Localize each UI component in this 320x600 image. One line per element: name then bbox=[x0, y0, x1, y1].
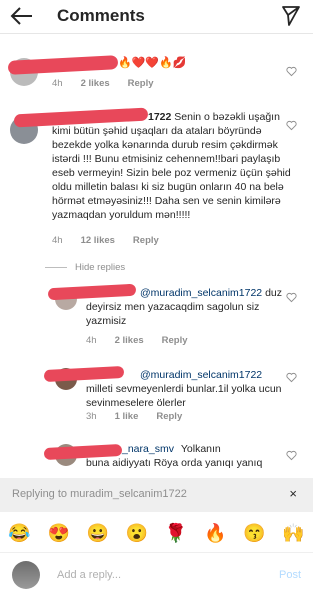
reply-button[interactable]: Reply bbox=[133, 235, 159, 246]
comment-handle[interactable]: 1722 bbox=[148, 111, 171, 123]
reply-text: _nara_smv Yolkanın buna aidiyyatı Röya o… bbox=[86, 442, 291, 470]
heart-icon[interactable] bbox=[286, 66, 297, 77]
reply-likes[interactable]: 1 like bbox=[115, 411, 139, 422]
reply-item: @muradim_selcanim1722 duz deyirsiz men y… bbox=[0, 283, 313, 346]
emoji-quick-bar: 😂 😍 😀 😮 🌹 🔥 😙 🙌 bbox=[0, 514, 313, 552]
reply-mention[interactable]: _nara_smv bbox=[122, 443, 174, 455]
close-icon[interactable]: × bbox=[289, 486, 297, 501]
reply-button[interactable]: Reply bbox=[156, 411, 182, 422]
reply-input[interactable]: Add a reply... bbox=[57, 569, 121, 581]
reply-mention[interactable]: @muradim_selcanim1722 bbox=[140, 287, 262, 299]
comment-likes[interactable]: 2 likes bbox=[81, 78, 110, 89]
heart-icon[interactable] bbox=[286, 120, 297, 131]
reply-button[interactable]: Reply bbox=[162, 335, 188, 346]
reply-body: buna aidiyyatı Röya orda yanıqı yanıq bbox=[86, 457, 263, 469]
comment-meta: 4h 2 likes Reply bbox=[52, 78, 154, 89]
emoji-kiss-icon[interactable]: 😙 bbox=[243, 523, 265, 544]
reply-likes[interactable]: 2 likes bbox=[115, 335, 144, 346]
reply-item: _nara_smv Yolkanın buna aidiyyatı Röya o… bbox=[0, 442, 313, 478]
reply-text: @muradim_selcanim1722 milleti sevmeyenle… bbox=[86, 368, 286, 410]
comment-emojis: 🔥❤️❤️🔥💋 bbox=[118, 57, 187, 69]
reply-composer: Add a reply... Post bbox=[0, 552, 313, 600]
emoji-surprised-icon[interactable]: 😮 bbox=[126, 523, 148, 544]
hide-replies-toggle[interactable]: Hide replies bbox=[45, 262, 125, 273]
reply-mention[interactable]: @muradim_selcanim1722 bbox=[140, 369, 262, 381]
emoji-rose-icon[interactable]: 🌹 bbox=[165, 523, 187, 544]
emoji-grin-icon[interactable]: 😀 bbox=[87, 523, 109, 544]
comment-time: 4h bbox=[52, 78, 63, 89]
comment-body: Senin o bəzəkli uşağın kimi bütün şəhid … bbox=[52, 111, 291, 221]
heart-icon[interactable] bbox=[286, 292, 297, 303]
reply-item: @muradim_selcanim1722 milleti sevmeyenle… bbox=[0, 365, 313, 426]
reply-meta: 3h 1 like Reply bbox=[86, 411, 182, 422]
reply-body: milleti sevmeyenlerdi bunlar.1il yolka u… bbox=[86, 383, 282, 409]
comment-meta: 4h 12 likes Reply bbox=[52, 235, 159, 246]
reply-time: 4h bbox=[86, 335, 97, 346]
replying-to-bar: Replying to muradim_selcanim1722 × bbox=[0, 478, 313, 512]
direct-send-icon[interactable] bbox=[281, 5, 301, 27]
comment-time: 4h bbox=[52, 235, 63, 246]
comment-item: 🔥❤️❤️🔥💋 4h 2 likes Reply bbox=[0, 52, 313, 92]
emoji-heart-eyes-icon[interactable]: 😍 bbox=[47, 523, 69, 544]
heart-icon[interactable] bbox=[286, 372, 297, 383]
hide-replies-label: Hide replies bbox=[75, 262, 126, 273]
reply-text: @muradim_selcanim1722 duz deyirsiz men y… bbox=[86, 286, 286, 328]
reply-button[interactable]: Reply bbox=[128, 78, 154, 89]
back-arrow-icon[interactable] bbox=[10, 6, 34, 26]
header: Comments bbox=[0, 0, 313, 34]
post-button[interactable]: Post bbox=[279, 569, 301, 581]
reply-time: 3h bbox=[86, 411, 97, 422]
reply-meta: 4h 2 likes Reply bbox=[86, 335, 188, 346]
comment-text: 1722 Senin o bəzəkli uşağın kimi bütün ş… bbox=[52, 110, 294, 222]
emoji-fire-icon[interactable]: 🔥 bbox=[204, 523, 226, 544]
page-title: Comments bbox=[57, 6, 145, 25]
emoji-raised-hands-icon[interactable]: 🙌 bbox=[282, 523, 304, 544]
user-avatar bbox=[12, 561, 40, 589]
emoji-laughing-icon[interactable]: 😂 bbox=[8, 523, 30, 544]
divider-line bbox=[45, 267, 67, 268]
comment-item: 1722 Senin o bəzəkli uşağın kimi bütün ş… bbox=[0, 107, 313, 260]
replying-to-label: Replying to muradim_selcanim1722 bbox=[12, 488, 187, 500]
reply-text-tail: Yolkanın bbox=[180, 443, 221, 455]
heart-icon[interactable] bbox=[286, 450, 297, 461]
comment-likes[interactable]: 12 likes bbox=[81, 235, 115, 246]
